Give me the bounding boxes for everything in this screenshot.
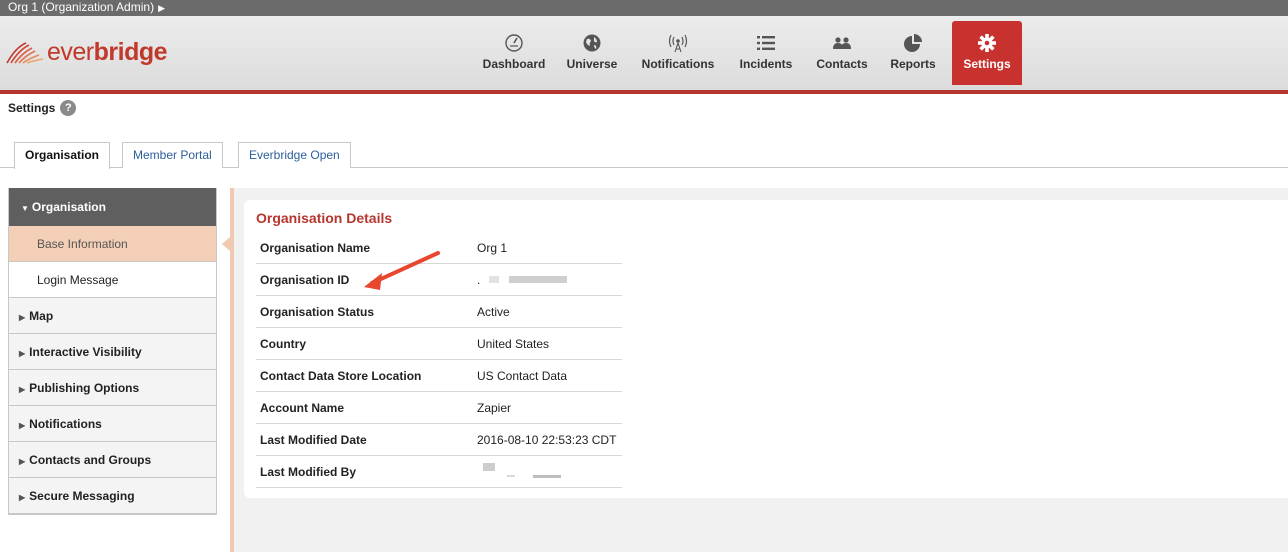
detail-row-country: Country United States	[256, 328, 622, 360]
page-title: Settings ?	[8, 100, 77, 116]
settings-sidebar: ▼ Organisation Base Information Login Mes…	[8, 188, 217, 515]
detail-value: US Contact Data	[477, 369, 568, 383]
detail-label: Account Name	[260, 401, 345, 415]
sidebar-section-label: Notifications	[29, 417, 102, 431]
detail-label: Organisation Status	[260, 305, 375, 319]
selection-pointer	[222, 236, 231, 252]
sidebar-section-label: Contacts and Groups	[29, 453, 152, 467]
people-icon	[831, 29, 853, 57]
nav-label: Reports	[890, 57, 936, 71]
dashboard-icon	[504, 29, 524, 57]
triangle-right-icon: ▶	[19, 349, 26, 358]
sidebar-header-label: Organisation	[31, 200, 106, 214]
sidebar-header-organisation[interactable]: ▼ Organisation	[9, 188, 216, 226]
sidebar-section-label: Map	[29, 309, 54, 323]
sidebar-section-map[interactable]: ▶ Map	[9, 298, 216, 334]
detail-value: Zapier	[477, 401, 512, 415]
redacted-block	[483, 463, 495, 471]
detail-label: Organisation Name	[260, 241, 371, 255]
sidebar-item-login-message[interactable]: Login Message	[9, 262, 216, 298]
detail-label: Organisation ID	[260, 273, 350, 287]
sidebar-section-publishing-options[interactable]: ▶ Publishing Options	[9, 370, 216, 406]
org-switcher[interactable]: Org 1 (Organization Admin) ▶	[0, 0, 1288, 16]
logo-mark-icon	[6, 41, 44, 64]
triangle-right-icon: ▶	[19, 421, 26, 430]
sidebar-item-base-information[interactable]: Base Information	[9, 226, 216, 262]
detail-value: .	[477, 273, 481, 287]
nav-label: Incidents	[739, 57, 793, 71]
globe-icon	[582, 29, 602, 57]
nav-label: Settings	[963, 57, 1011, 71]
tab-member-portal[interactable]: Member Portal	[122, 142, 223, 168]
nav-dashboard[interactable]: Dashboard	[472, 25, 556, 85]
sidebar-section-label: Secure Messaging	[29, 489, 135, 503]
detail-label: Country	[260, 337, 306, 351]
redacted-block	[533, 475, 561, 478]
sidebar-section-notifications[interactable]: ▶ Notifications	[9, 406, 216, 442]
tab-organisation[interactable]: Organisation	[14, 142, 111, 169]
triangle-down-icon: ▼	[21, 204, 29, 213]
page-title-text: Settings	[8, 101, 56, 115]
nav-settings[interactable]: Settings	[952, 21, 1022, 85]
caret-right-icon: ▶	[158, 3, 165, 13]
nav-contacts[interactable]: Contacts	[804, 25, 880, 85]
nav-universe[interactable]: Universe	[556, 25, 628, 85]
org-label: Org 1 (Organization Admin)	[8, 0, 155, 14]
detail-label: Last Modified Date	[260, 433, 367, 447]
detail-label: Last Modified By	[260, 465, 357, 479]
detail-row-last-modified-by: Last Modified By	[256, 456, 622, 488]
redacted-block	[507, 475, 515, 477]
pie-chart-icon	[903, 29, 923, 57]
detail-value: Active	[477, 305, 510, 319]
detail-row-organisation-status: Organisation Status Active	[256, 296, 622, 328]
nav-incidents[interactable]: Incidents	[728, 25, 804, 85]
detail-value: United States	[477, 337, 550, 351]
detail-row-account-name: Account Name Zapier	[256, 392, 622, 424]
nav-label: Dashboard	[482, 57, 546, 71]
nav-label: Contacts	[816, 57, 868, 71]
redacted-block	[509, 276, 567, 283]
annotation-arrow-icon	[364, 251, 440, 290]
sidebar-section-label: Publishing Options	[29, 381, 140, 395]
detail-row-contact-data-store-location: Contact Data Store Location US Contact D…	[256, 360, 622, 392]
sidebar-section-contacts-and-groups[interactable]: ▶ Contacts and Groups	[9, 442, 216, 478]
sidebar-section-interactive-visibility[interactable]: ▶ Interactive Visibility	[9, 334, 216, 370]
gear-icon	[977, 29, 997, 57]
triangle-right-icon: ▶	[19, 313, 26, 322]
sidebar-section-label: Interactive Visibility	[29, 345, 142, 359]
redacted-block	[489, 276, 499, 283]
detail-label: Contact Data Store Location	[260, 369, 422, 383]
nav-label: Notifications	[641, 57, 715, 71]
list-icon	[757, 29, 775, 57]
triangle-right-icon: ▶	[19, 493, 26, 502]
app-header: everbridge Dashboard Universe Notificati…	[0, 16, 1288, 94]
tab-everbridge-open[interactable]: Everbridge Open	[238, 142, 351, 168]
everbridge-logo[interactable]: everbridge	[6, 38, 168, 67]
detail-value: Org 1	[477, 241, 508, 255]
logo-wordmark: everbridge	[47, 38, 168, 66]
triangle-right-icon: ▶	[19, 457, 26, 466]
main-nav: Dashboard Universe Notifications Inciden…	[472, 21, 1022, 85]
card-title: Organisation Details	[256, 210, 393, 226]
organisation-details-card: Organisation Details Organisation Name O…	[244, 200, 1288, 498]
detail-value: 2016-08-10 22:53:23 CDT	[477, 433, 617, 447]
sidebar-section-secure-messaging[interactable]: ▶ Secure Messaging	[9, 478, 216, 514]
broadcast-icon	[667, 29, 689, 57]
triangle-right-icon: ▶	[19, 385, 26, 394]
nav-label: Universe	[566, 57, 618, 71]
help-icon[interactable]: ?	[60, 100, 77, 116]
nav-notifications[interactable]: Notifications	[628, 25, 728, 85]
detail-row-last-modified-date: Last Modified Date 2016-08-10 22:53:23 C…	[256, 424, 622, 456]
nav-reports[interactable]: Reports	[880, 25, 946, 85]
settings-tabs: Organisation Member Portal Everbridge Op…	[0, 142, 1288, 169]
